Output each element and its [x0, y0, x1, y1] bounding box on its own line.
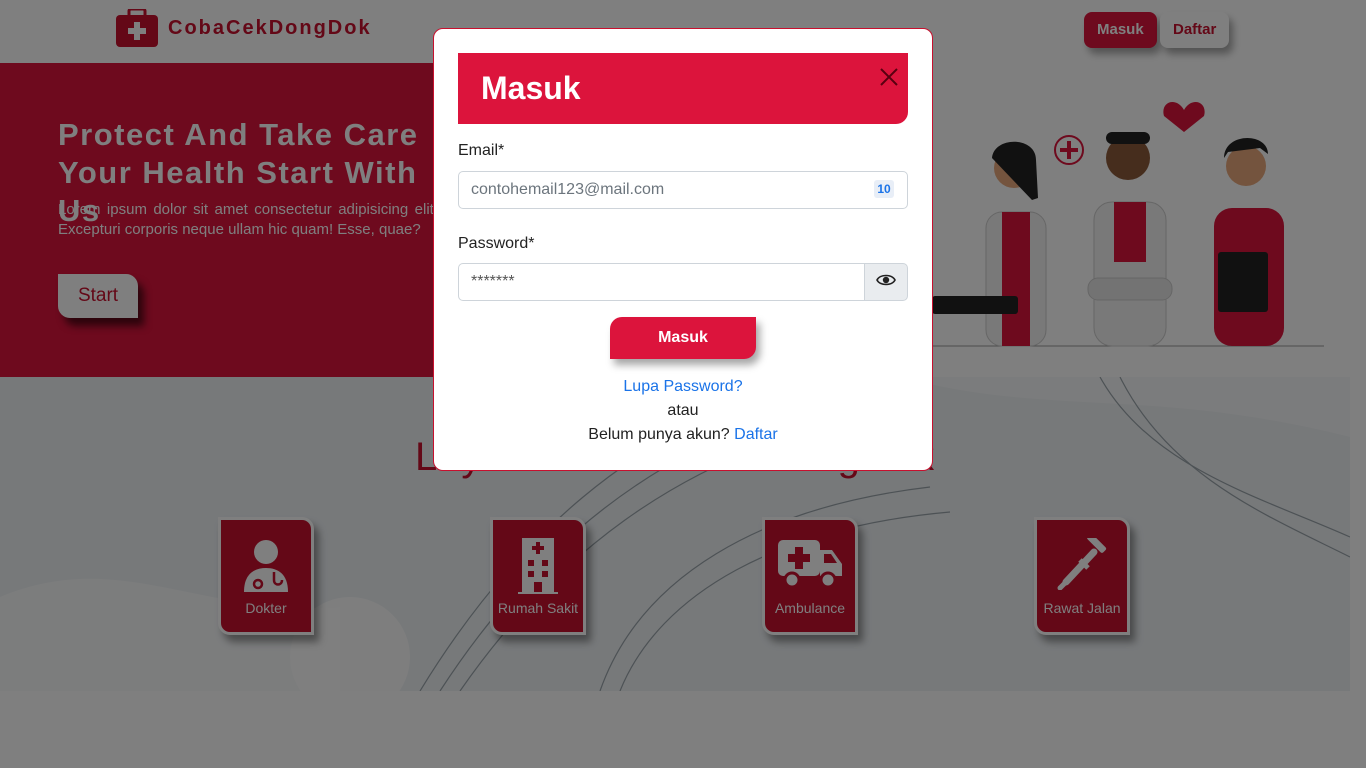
password-field[interactable]: [458, 263, 865, 301]
email-field[interactable]: [458, 171, 908, 209]
register-prompt: Belum punya akun? Daftar: [434, 426, 932, 444]
no-account-text: Belum punya akun?: [588, 426, 730, 443]
forgot-password-row: Lupa Password?: [434, 378, 932, 396]
modal-title: Masuk: [481, 70, 581, 106]
show-password-button[interactable]: [864, 263, 908, 301]
eye-icon: [876, 273, 896, 292]
password-label: Password*: [458, 235, 535, 252]
forgot-password-link[interactable]: Lupa Password?: [623, 378, 742, 395]
login-submit-button[interactable]: Masuk: [610, 317, 756, 359]
register-link[interactable]: Daftar: [734, 426, 778, 443]
or-text: atau: [667, 402, 699, 419]
svg-text:10: 10: [877, 182, 891, 196]
email-label: Email*: [458, 142, 505, 159]
password-manager-icon[interactable]: 10: [873, 179, 895, 199]
modal-header: Masuk: [458, 53, 908, 124]
login-modal: Masuk Email* 10 Password* Masuk Lupa Pas…: [433, 28, 933, 471]
close-icon[interactable]: [877, 65, 901, 89]
